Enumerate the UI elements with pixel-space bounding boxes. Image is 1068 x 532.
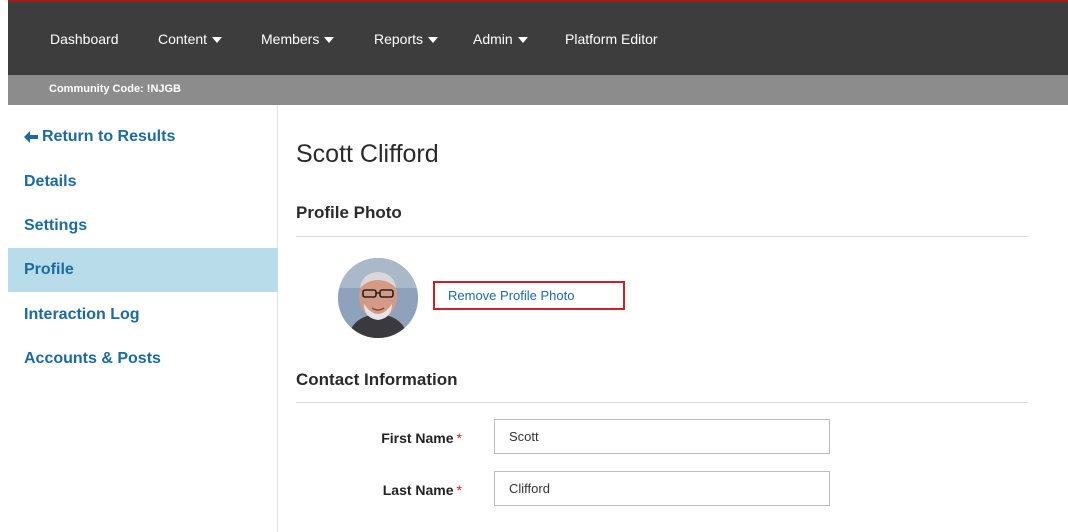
nav-platform-editor-label: Platform Editor	[565, 31, 658, 47]
sidebar: Return to Results Details Settings Profi…	[8, 105, 278, 532]
sidebar-item-accounts-posts[interactable]: Accounts & Posts	[8, 337, 278, 381]
nav-platform-editor[interactable]: Platform Editor	[565, 31, 658, 47]
chevron-down-icon	[517, 36, 528, 43]
divider	[296, 402, 1028, 403]
sidebar-item-return-to-results[interactable]: Return to Results	[8, 115, 278, 159]
community-code: Community Code: !NJGB	[49, 83, 181, 95]
nav-members[interactable]: Members	[261, 31, 335, 47]
remove-profile-photo-label: Remove Profile Photo	[448, 288, 575, 303]
sidebar-item-settings[interactable]: Settings	[8, 204, 278, 248]
sidebar-item-details[interactable]: Details	[8, 160, 278, 204]
arrow-left-icon	[24, 131, 38, 143]
sidebar-item-interaction-log[interactable]: Interaction Log	[8, 293, 278, 337]
sidebar-item-label: Interaction Log	[24, 306, 140, 323]
sidebar-item-label: Accounts & Posts	[24, 350, 161, 367]
sidebar-item-label: Return to Results	[42, 128, 176, 145]
page-title: Scott Clifford	[296, 140, 439, 168]
first-name-label-text: First Name	[381, 430, 454, 446]
nav-admin[interactable]: Admin	[473, 31, 528, 47]
last-name-label-text: Last Name	[382, 482, 454, 498]
remove-profile-photo-button[interactable]: Remove Profile Photo	[433, 281, 625, 310]
sidebar-item-profile[interactable]: Profile	[8, 248, 278, 292]
app-frame: Dashboard Content Members Reports Admin …	[8, 0, 1068, 532]
nav-members-label: Members	[261, 31, 320, 47]
sidebar-item-label: Settings	[24, 217, 88, 234]
nav-dashboard-label: Dashboard	[50, 31, 119, 47]
nav-content-label: Content	[158, 31, 208, 47]
nav-dashboard[interactable]: Dashboard	[50, 31, 119, 47]
required-marker: *	[456, 430, 462, 446]
nav-reports-label: Reports	[374, 31, 424, 47]
nav-content[interactable]: Content	[158, 31, 223, 47]
divider	[296, 236, 1028, 237]
required-marker: *	[456, 482, 462, 498]
chevron-down-icon	[324, 36, 335, 43]
top-navigation: Dashboard Content Members Reports Admin …	[8, 0, 1068, 75]
first-name-label: First Name *	[332, 430, 462, 446]
chevron-down-icon	[428, 36, 439, 43]
avatar	[338, 258, 418, 338]
community-bar: Community Code: !NJGB	[8, 75, 1068, 105]
profile-photo-heading: Profile Photo	[296, 203, 402, 222]
nav-reports[interactable]: Reports	[374, 31, 439, 47]
nav-admin-label: Admin	[473, 31, 513, 47]
chevron-down-icon	[212, 36, 223, 43]
last-name-label: Last Name *	[332, 482, 462, 498]
sidebar-item-label: Details	[24, 173, 77, 190]
first-name-field[interactable]	[494, 419, 830, 454]
contact-information-heading: Contact Information	[296, 370, 458, 389]
sidebar-item-label: Profile	[24, 261, 74, 278]
last-name-field[interactable]	[494, 471, 830, 506]
